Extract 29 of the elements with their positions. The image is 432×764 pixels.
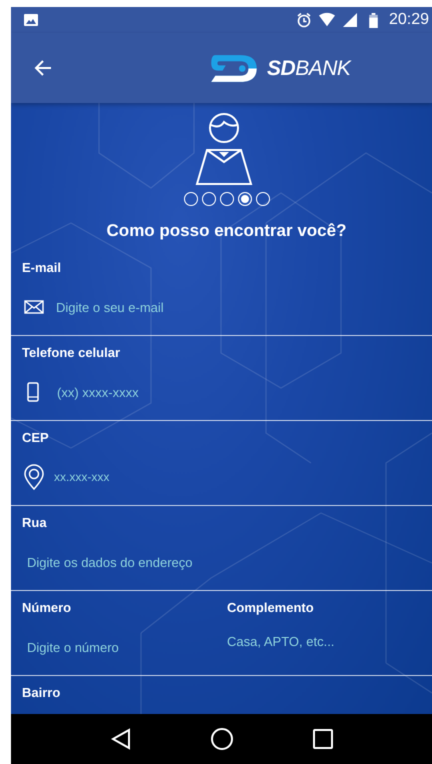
square-icon [312, 729, 332, 749]
field-label: Rua [22, 514, 48, 532]
location-pin-icon [24, 464, 44, 490]
circle-icon [210, 727, 234, 751]
image-icon [24, 14, 38, 26]
field-label: E-mail [22, 259, 62, 277]
field-label: CEP [22, 429, 50, 447]
input-field[interactable]: Digite o número [27, 632, 217, 662]
alarm-icon [296, 12, 312, 28]
envelope-icon [24, 300, 44, 314]
field-label: Complemento [227, 599, 315, 617]
input-field[interactable]: xx.xxx-xxx [54, 462, 374, 492]
input-field[interactable]: Digite o seu e-mail [56, 292, 376, 322]
person-icon [193, 112, 255, 186]
phone-icon [27, 382, 39, 402]
battery-icon [368, 12, 378, 28]
brand-name: SDBANK [267, 56, 350, 80]
signal-icon [342, 12, 358, 28]
arrow-left-icon [33, 58, 53, 78]
wifi-icon [318, 12, 335, 28]
input-field[interactable]: (xx) xxxx-xxxx [57, 377, 377, 407]
page-title: Como posso encontrar você? [106, 220, 348, 242]
field-label: Telefone celular [22, 344, 122, 362]
triangle-icon [110, 728, 130, 750]
input-field[interactable]: Casa, APTO, etc... [227, 626, 417, 656]
field-label: Número [22, 599, 72, 617]
field-label: Bairro [21, 684, 62, 702]
clock-time: 20:29 [388, 11, 429, 29]
input-field[interactable]: Digite os dados do endereço [27, 547, 347, 577]
